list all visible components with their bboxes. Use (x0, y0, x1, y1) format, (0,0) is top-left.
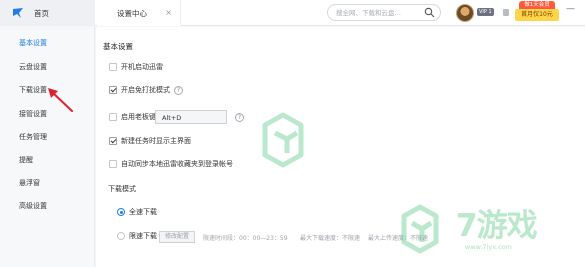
section-title-download-mode: 下载模式 (108, 185, 136, 193)
tab-settings-center[interactable]: 设置中心 × (97, 0, 181, 26)
full-speed-label: 全速下载 (129, 208, 157, 216)
section-title-basic: 基本设置 (103, 42, 133, 51)
search-input[interactable] (336, 7, 424, 19)
sidebar-item-reminder[interactable]: 提醒 (19, 155, 33, 165)
boss-key-checkbox[interactable] (109, 113, 117, 121)
limited-speed-label: 限速下载 (129, 232, 157, 240)
boss-key-field[interactable] (155, 110, 227, 124)
watermark-brand-icon (401, 204, 439, 254)
sidebar-item-takeover[interactable]: 接管设置 (19, 109, 47, 119)
autostart-checkbox[interactable] (109, 63, 117, 71)
autostart-label: 开机启动迅雷 (121, 63, 163, 71)
help-icon[interactable]: ? (174, 86, 183, 95)
close-icon[interactable]: × (165, 8, 172, 17)
sidebar-item-float-window[interactable]: 悬浮窗 (19, 178, 40, 188)
sidebar-item-cloud[interactable]: 云盘设置 (19, 62, 47, 72)
title-bar: 首页 设置中心 × VIP 1 做1天会员 首月仅10元 — (0, 0, 585, 26)
promo-label: 做1天会员 (519, 1, 555, 9)
sidebar-item-basic[interactable]: 基本设置 (19, 38, 47, 48)
show-main-window-label: 新建任务时显示主界面 (121, 137, 191, 145)
help-icon[interactable]: ? (235, 113, 244, 122)
vip-badge: VIP 1 (477, 8, 494, 16)
limited-speed-radio[interactable] (117, 232, 125, 240)
avatar[interactable] (456, 4, 474, 22)
sidebar-item-advanced[interactable]: 高级设置 (19, 201, 47, 211)
do-not-disturb-label: 开启免打扰模式 (121, 86, 170, 94)
tab-label: 设置中心 (117, 8, 147, 18)
home-label: 首页 (34, 8, 49, 18)
sync-favorites-label: 自动同步本地迅雷收藏夹到登录帐号 (121, 160, 233, 168)
watermark-url: www.7iyx.com (465, 243, 513, 251)
show-main-window-checkbox[interactable] (109, 137, 117, 145)
max-download-text: 最大下载速度：不限速 (300, 235, 361, 242)
settings-sidebar: 基本设置 云盘设置 下载设置 接管设置 任务管理 提醒 悬浮窗 高级设置 (0, 27, 95, 267)
limit-period-text: 限速时间段：00：00—23：59 (203, 235, 288, 242)
search-icon[interactable] (424, 7, 435, 18)
promo-button[interactable]: 首月仅10元 (515, 9, 559, 21)
sync-favorites-checkbox[interactable] (109, 160, 117, 168)
modify-config-button[interactable]: 修改配置 (159, 231, 195, 243)
boss-key-input[interactable] (162, 113, 222, 122)
search-box[interactable] (327, 4, 441, 21)
thunder-logo-icon (13, 8, 23, 18)
boss-key-label: 启用老板键 (121, 113, 156, 121)
do-not-disturb-checkbox[interactable] (109, 86, 117, 94)
full-speed-radio[interactable] (117, 208, 125, 216)
level-badge-icon (503, 9, 509, 16)
watermark-logo-icon (262, 112, 304, 168)
watermark-brand: 7游戏 (456, 208, 538, 244)
home-tab[interactable]: 首页 (0, 0, 95, 26)
vip-promo[interactable]: 做1天会员 首月仅10元 (515, 1, 559, 23)
sidebar-item-tasks[interactable]: 任务管理 (19, 132, 47, 142)
sidebar-item-download[interactable]: 下载设置 (19, 85, 47, 95)
annotation-arrow-icon (48, 88, 73, 112)
minimize-button[interactable]: — (566, 4, 575, 14)
